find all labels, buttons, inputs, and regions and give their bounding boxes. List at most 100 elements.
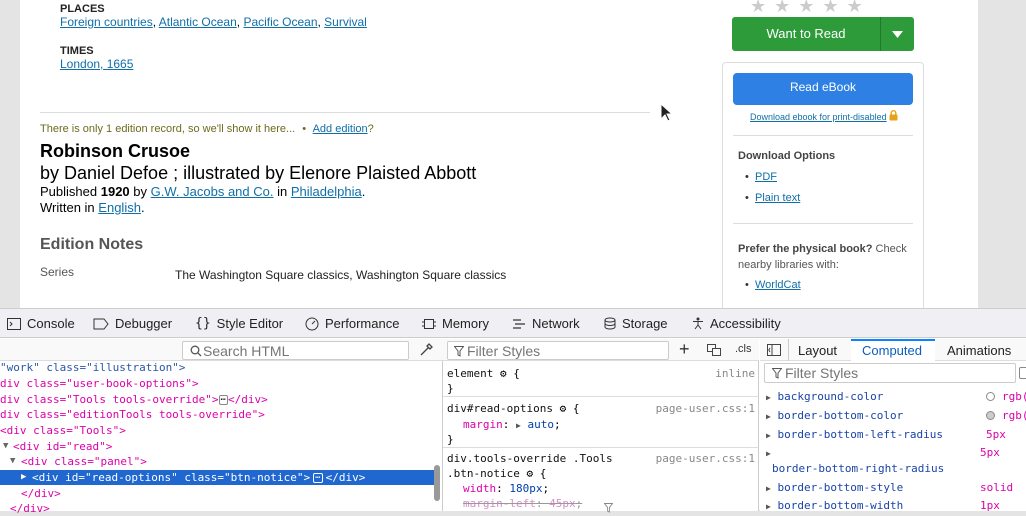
tab-memory[interactable]: Memory [422,309,489,338]
read-ebook-button[interactable]: Read eBook [733,73,913,105]
rule-tools-source[interactable]: page-user.css:1 [656,451,755,466]
decl-margin-prop[interactable]: margin [463,418,503,431]
tab-accessibility-label[interactable]: Accessibility [710,310,781,338]
toggle-pseudo-classes-icon[interactable] [706,343,722,357]
publisher-link[interactable]: G.W. Jacobs and Co. [151,184,274,199]
decl-margin-left-prop[interactable]: margin-left [463,497,536,510]
collapsed-triangle-icon[interactable]: ▶ [21,470,26,485]
expand-triangle-icon[interactable]: ▶ [766,449,771,458]
expand-triangle-icon[interactable]: ▶ [766,484,771,493]
computed-filter-box[interactable] [764,363,1016,383]
markup-line-5[interactable]: <div class="Tools"> [0,423,126,438]
tab-storage[interactable]: Storage [604,309,668,338]
language-link[interactable]: English [98,200,141,215]
filter-styles-input[interactable] [467,342,667,359]
computed-row[interactable]: ▶ border-bottom-color rgb(2 [766,408,1026,423]
computed-row[interactable]: ▶ background-color rgb(2 [766,389,1026,404]
tab-computed-label[interactable]: Computed [862,343,922,358]
tab-computed[interactable]: Computed [851,339,935,361]
color-swatch[interactable] [986,392,995,401]
collapsed-ellipsis-icon[interactable]: ⋯ [313,473,323,483]
place-link-survival[interactable]: Survival [324,15,367,29]
color-swatch[interactable] [986,411,995,420]
tab-layout[interactable]: Layout [798,343,837,358]
expand-triangle-icon[interactable]: ▶ [766,431,771,440]
expanded-triangle-icon[interactable]: ▼ [10,454,15,469]
markup-line-4[interactable]: div class="editionTools tools-override"> [0,407,265,422]
tab-storage-label[interactable]: Storage [622,310,668,338]
want-to-read-dropdown[interactable] [881,17,914,51]
gear-icon[interactable]: ⚙ [500,367,507,380]
collapsed-ellipsis-icon[interactable]: ⋯ [218,395,228,405]
rule-tools-override[interactable]: div.tools-override .Tools page-user.css:1 [447,451,755,466]
markup-line-3[interactable]: div class="Tools tools-override"> ⋯ </div> [0,392,268,407]
gear-icon[interactable]: ⚙ [526,467,533,480]
markup-line-10[interactable]: </div> [0,501,50,516]
cls-toggle[interactable]: .cls [735,343,752,355]
place-link-foreign-countries[interactable]: Foreign countries [60,15,153,29]
tab-memory-label[interactable]: Memory [442,310,489,338]
tab-accessibility[interactable]: Accessibility [692,309,781,338]
markup-line-9[interactable]: </div> [0,486,61,501]
worldcat-link[interactable]: WorldCat [755,279,801,291]
computed-row[interactable]: ▶ border-bottom-style solid [766,480,1026,495]
eyedropper-icon[interactable] [419,343,433,357]
search-html-input[interactable] [203,342,403,359]
filter-styles-box[interactable] [447,341,669,360]
want-to-read-label[interactable]: Want to Read [732,17,880,51]
tab-animations[interactable]: Animations [947,343,1011,358]
decl-width-value[interactable]: 180px [509,482,542,495]
decl-margin-value[interactable]: auto [527,418,554,431]
tab-performance[interactable]: Performance [305,309,399,338]
markup-line-7[interactable]: ▼ <div class="panel"> [0,454,147,469]
markup-line-1[interactable]: "work" class="illustration"> [0,360,185,375]
decl-margin-left-overridden[interactable]: margin-left: 45px; [463,496,582,511]
rule-element[interactable]: element ⚙ {inline [447,366,755,381]
toggle-sidebar-icon[interactable] [767,344,781,356]
computed-filter-input[interactable] [785,364,1005,382]
rule-read-options-source[interactable]: page-user.css:1 [656,401,755,416]
expand-triangle-icon[interactable]: ▶ [516,421,521,430]
markup-line-6[interactable]: ▼ <div id="read"> [0,439,112,454]
style-editor-icon: {} [195,315,211,331]
rating-stars[interactable]: ★★★★★ [750,0,871,17]
decl-width-prop[interactable]: width [463,482,496,495]
tab-debugger[interactable]: Debugger [93,309,172,338]
decl-margin-left-value[interactable]: 45px [549,497,576,510]
markup-line-selected[interactable]: ▶ <div id="read-options" class="btn-notic… [0,470,438,485]
download-pdf-link[interactable]: PDF [755,171,777,183]
expand-triangle-icon[interactable]: ▶ [766,412,771,421]
markup-line-2[interactable]: div class="user-book-options"> [0,376,199,391]
markup-scrollbar[interactable] [434,465,440,501]
tab-network[interactable]: Network [512,309,580,338]
computed-row[interactable]: ▶ 5px [766,445,1026,460]
rule-element-source[interactable]: inline [715,366,755,381]
publish-place-link[interactable]: Philadelphia [291,184,362,199]
computed-row[interactable]: ▶ border-bottom-width 1px [766,498,1026,513]
expanded-triangle-icon[interactable]: ▼ [3,439,8,454]
computed-row[interactable]: ▶ border-bottom-left-radius 5px [766,427,1026,442]
tab-console-label[interactable]: Console [27,310,75,338]
tab-performance-label[interactable]: Performance [325,310,399,338]
download-print-disabled-link[interactable]: Download ebook for print-disabled [750,112,887,122]
browser-styles-checkbox[interactable] [1019,367,1026,379]
tab-style-editor[interactable]: {} Style Editor [195,309,283,338]
decl-width[interactable]: width: 180px; [463,481,549,496]
expand-triangle-icon[interactable]: ▶ [766,393,771,402]
place-link-pacific-ocean[interactable]: Pacific Ocean [243,15,317,29]
tab-network-label[interactable]: Network [532,310,580,338]
download-plain-text-link[interactable]: Plain text [755,192,800,204]
tab-console[interactable]: Console [7,309,75,338]
add-rule-icon[interactable]: + [679,339,690,360]
add-edition-link[interactable]: Add edition [313,123,368,135]
tab-style-editor-label[interactable]: Style Editor [217,310,283,338]
want-to-read-button[interactable]: Want to Read [732,17,914,51]
gear-icon[interactable]: ⚙ [560,402,567,415]
time-link-london-1665[interactable]: London, 1665 [60,57,133,71]
place-link-atlantic-ocean[interactable]: Atlantic Ocean [159,15,237,29]
tab-debugger-label[interactable]: Debugger [115,310,172,338]
decl-margin[interactable]: margin: ▶ auto; [463,417,561,432]
rule-read-options[interactable]: div#read-options ⚙ {page-user.css:1 [447,401,755,416]
filter-icon[interactable] [604,503,613,513]
search-html-box[interactable] [182,341,409,360]
